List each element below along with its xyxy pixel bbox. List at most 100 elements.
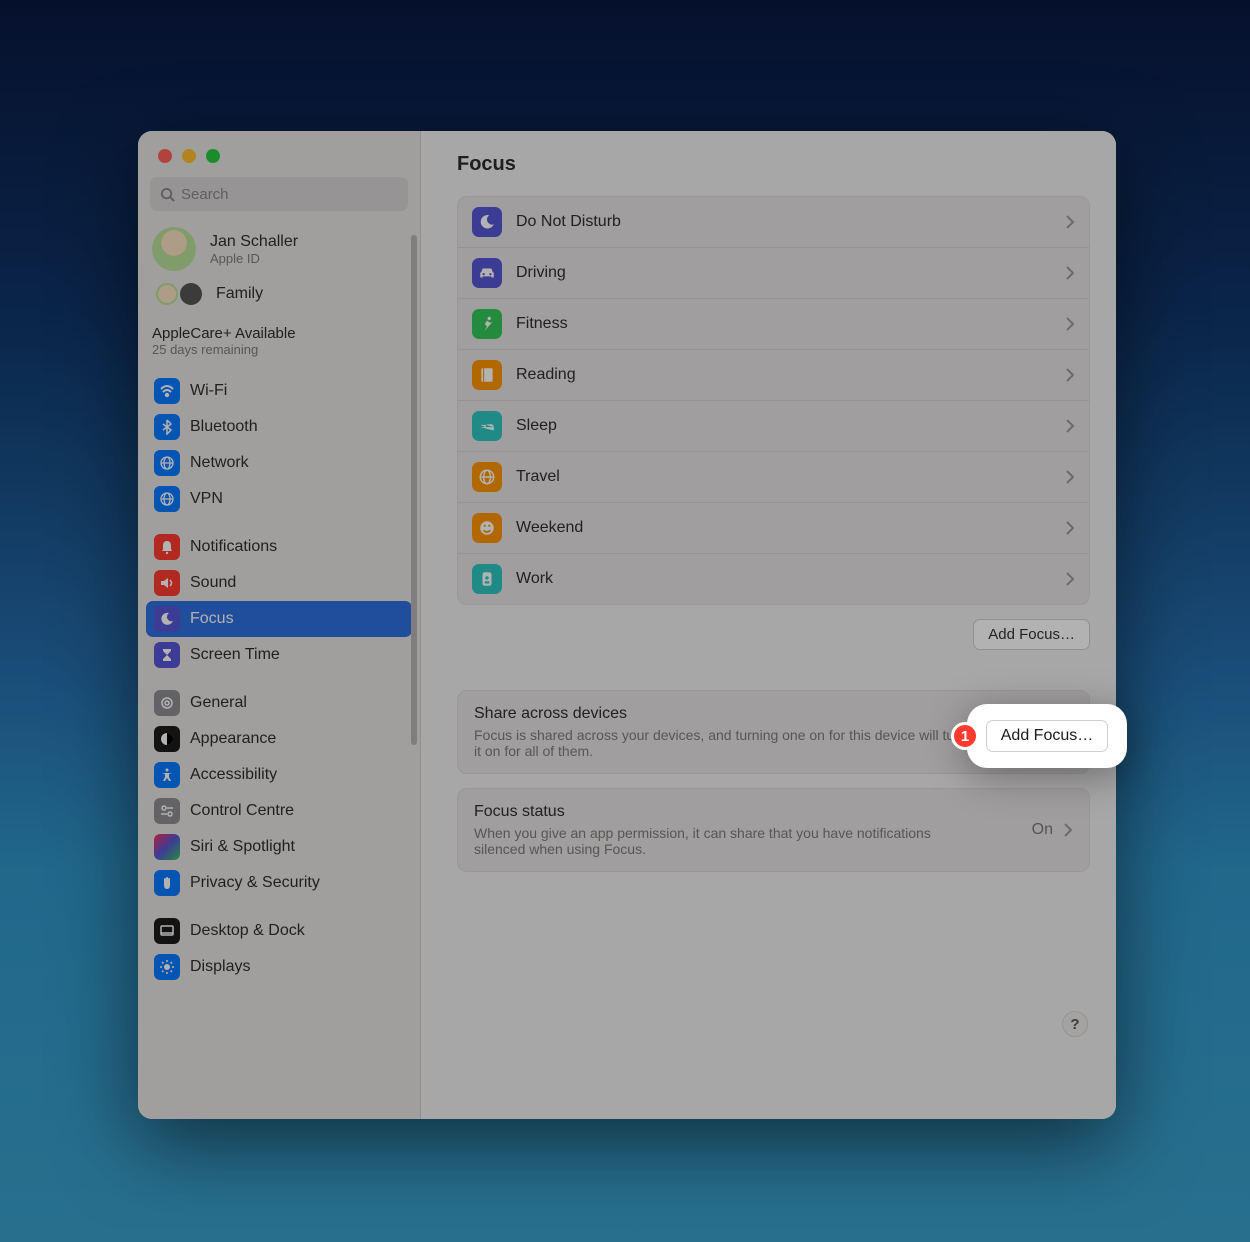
applecare-sub: 25 days remaining xyxy=(152,342,406,357)
sidebar-item-apple-id[interactable]: Jan Schaller Apple ID xyxy=(138,219,420,277)
control-centre-icon xyxy=(154,798,180,824)
sidebar-item-desktop-dock[interactable]: Desktop & Dock xyxy=(146,913,412,949)
chevron-right-icon xyxy=(1065,572,1075,586)
smile-icon xyxy=(472,513,502,543)
sidebar-label: Network xyxy=(190,454,249,472)
add-focus-button-highlight[interactable]: Add Focus… xyxy=(986,720,1108,752)
sidebar-scrollbar[interactable] xyxy=(411,235,417,745)
chevron-right-icon xyxy=(1065,470,1075,484)
search-input[interactable]: Search xyxy=(150,177,408,211)
sidebar-item-applecare[interactable]: AppleCare+ Available 25 days remaining xyxy=(138,317,420,367)
sidebar-item-displays[interactable]: Displays xyxy=(146,949,412,985)
sidebar-label: Accessibility xyxy=(190,766,277,784)
focus-modes-list: Do Not Disturb Driving Fitness Reading S xyxy=(457,196,1090,605)
bed-icon xyxy=(472,411,502,441)
callout-badge: 1 xyxy=(951,722,979,750)
running-icon xyxy=(472,309,502,339)
focus-row-reading[interactable]: Reading xyxy=(458,350,1089,401)
globe-icon xyxy=(472,462,502,492)
focus-row-label: Sleep xyxy=(516,417,1065,435)
sidebar-item-network[interactable]: Network xyxy=(146,445,412,481)
sidebar-item-screen-time[interactable]: Screen Time xyxy=(146,637,412,673)
focus-row-label: Reading xyxy=(516,366,1065,384)
sidebar-label: Sound xyxy=(190,574,236,592)
family-avatar-icon xyxy=(156,283,178,305)
sidebar-item-sound[interactable]: Sound xyxy=(146,565,412,601)
family-label: Family xyxy=(216,285,263,303)
sidebar-label: Bluetooth xyxy=(190,418,258,436)
focus-row-sleep[interactable]: Sleep xyxy=(458,401,1089,452)
user-name: Jan Schaller xyxy=(210,233,298,251)
sidebar-item-privacy[interactable]: Privacy & Security xyxy=(146,865,412,901)
search-icon xyxy=(160,187,175,202)
focus-row-fitness[interactable]: Fitness xyxy=(458,299,1089,350)
focus-row-label: Work xyxy=(516,570,1065,588)
search-placeholder: Search xyxy=(181,186,229,203)
hourglass-icon xyxy=(154,642,180,668)
wifi-icon xyxy=(154,378,180,404)
sidebar-item-notifications[interactable]: Notifications xyxy=(146,529,412,565)
sidebar-label: Control Centre xyxy=(190,802,294,820)
focus-row-weekend[interactable]: Weekend xyxy=(458,503,1089,554)
window-controls xyxy=(138,131,420,163)
globe-icon xyxy=(154,450,180,476)
sidebar-label: Privacy & Security xyxy=(190,874,320,892)
close-window-button[interactable] xyxy=(158,149,172,163)
focus-row-travel[interactable]: Travel xyxy=(458,452,1089,503)
speaker-icon xyxy=(154,570,180,596)
status-desc: When you give an app permission, it can … xyxy=(474,825,974,857)
sidebar-item-control-centre[interactable]: Control Centre xyxy=(146,793,412,829)
sidebar-label: Notifications xyxy=(190,538,277,556)
chevron-right-icon xyxy=(1065,215,1075,229)
siri-icon xyxy=(154,834,180,860)
main-panel: Focus Do Not Disturb Driving Fitness Rea… xyxy=(421,131,1116,1119)
sidebar-item-general[interactable]: General xyxy=(146,685,412,721)
car-icon xyxy=(472,258,502,288)
sidebar-item-bluetooth[interactable]: Bluetooth xyxy=(146,409,412,445)
sidebar-label: Wi-Fi xyxy=(190,382,227,400)
focus-row-label: Travel xyxy=(516,468,1065,486)
sidebar: Search Jan Schaller Apple ID Family Appl… xyxy=(138,131,421,1119)
chevron-right-icon xyxy=(1065,521,1075,535)
bluetooth-icon xyxy=(154,414,180,440)
sidebar-item-accessibility[interactable]: Accessibility xyxy=(146,757,412,793)
family-avatar-icon xyxy=(180,283,202,305)
minimize-window-button[interactable] xyxy=(182,149,196,163)
chevron-right-icon xyxy=(1063,823,1073,837)
sidebar-item-appearance[interactable]: Appearance xyxy=(146,721,412,757)
bell-icon xyxy=(154,534,180,560)
chevron-right-icon xyxy=(1065,368,1075,382)
sidebar-label: VPN xyxy=(190,490,223,508)
chevron-right-icon xyxy=(1065,419,1075,433)
share-desc: Focus is shared across your devices, and… xyxy=(474,727,974,759)
user-sublabel: Apple ID xyxy=(210,251,298,266)
sun-icon xyxy=(154,954,180,980)
focus-row-do-not-disturb[interactable]: Do Not Disturb xyxy=(458,197,1089,248)
focus-row-label: Fitness xyxy=(516,315,1065,333)
focus-row-label: Do Not Disturb xyxy=(516,213,1065,231)
sidebar-label: Desktop & Dock xyxy=(190,922,305,940)
status-value: On xyxy=(1032,821,1053,839)
focus-row-driving[interactable]: Driving xyxy=(458,248,1089,299)
moon-icon xyxy=(472,207,502,237)
sidebar-item-family[interactable]: Family xyxy=(138,277,420,317)
gear-icon xyxy=(154,690,180,716)
focus-row-label: Weekend xyxy=(516,519,1065,537)
focus-row-work[interactable]: Work xyxy=(458,554,1089,604)
hand-icon xyxy=(154,870,180,896)
sidebar-label: General xyxy=(190,694,247,712)
add-focus-button[interactable]: Add Focus… xyxy=(973,619,1090,650)
settings-window: Search Jan Schaller Apple ID Family Appl… xyxy=(138,131,1116,1119)
help-button[interactable]: ? xyxy=(1062,1011,1088,1037)
focus-status-row[interactable]: Focus status When you give an app permis… xyxy=(457,788,1090,872)
sidebar-item-wifi[interactable]: Wi-Fi xyxy=(146,373,412,409)
applecare-title: AppleCare+ Available xyxy=(152,325,406,342)
sidebar-item-siri[interactable]: Siri & Spotlight xyxy=(146,829,412,865)
dock-icon xyxy=(154,918,180,944)
sidebar-item-focus[interactable]: Focus xyxy=(146,601,412,637)
sidebar-label: Displays xyxy=(190,958,250,976)
fullscreen-window-button[interactable] xyxy=(206,149,220,163)
sidebar-label: Appearance xyxy=(190,730,276,748)
sidebar-item-vpn[interactable]: VPN xyxy=(146,481,412,517)
sidebar-label: Screen Time xyxy=(190,646,280,664)
